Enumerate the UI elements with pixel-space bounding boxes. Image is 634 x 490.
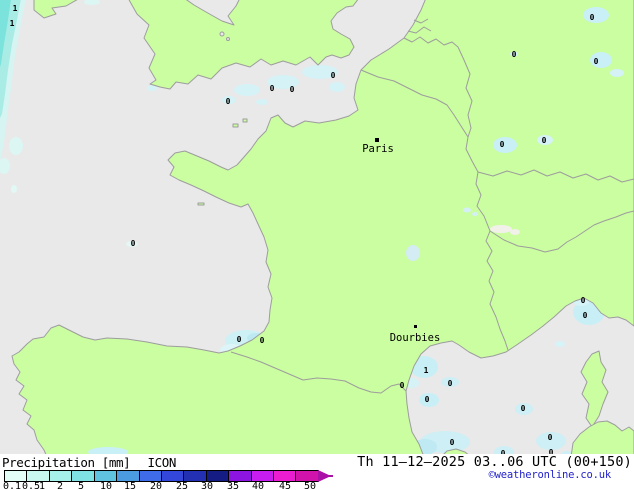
scale-label-1: 1 xyxy=(38,481,46,490)
scale-cell-10 xyxy=(117,471,140,481)
precip-value-marker: 0 xyxy=(270,84,275,93)
precip-value-marker: 0 xyxy=(226,97,231,106)
scale-label-2: 2 xyxy=(56,481,64,490)
island-scilly-2 xyxy=(226,37,230,41)
scale-cell-25 xyxy=(184,471,207,481)
scale-label-30: 30 xyxy=(200,481,214,490)
precip-value-marker: 0 xyxy=(500,140,505,149)
city-label-dourbies: Dourbies xyxy=(390,332,441,344)
island-channel-1 xyxy=(232,123,239,128)
precip-value-marker: 0 xyxy=(581,296,586,305)
scale-label-15: 15 xyxy=(123,481,137,490)
precip-value-marker: 0 xyxy=(548,433,553,442)
precip-value-marker: 0 xyxy=(448,379,453,388)
precip-value-marker: 0 xyxy=(583,311,588,320)
map-canvas[interactable]: 11000 000000 00 010000000000 Paris Dourbies xyxy=(0,0,634,456)
scale-cell-35 xyxy=(229,471,252,481)
precip-value-marker: 1 xyxy=(13,4,18,13)
precip-value-marker: 0 xyxy=(542,136,547,145)
weather-map-page: 1100000000000010000000000 Paris Dourbies… xyxy=(0,0,634,490)
scale-cell-45 xyxy=(274,471,297,481)
legend-model: ICON xyxy=(147,455,176,470)
scale-label-50: 50 xyxy=(303,481,317,490)
scale-cell-1 xyxy=(49,471,73,481)
precip-value-marker: 0 xyxy=(512,50,517,59)
scale-cell-40 xyxy=(251,471,275,481)
scale-label-25: 25 xyxy=(175,481,189,490)
scale-cell-0.5 xyxy=(27,471,50,481)
precip-value-marker: 0 xyxy=(425,395,430,404)
city-label-paris: Paris xyxy=(362,143,394,155)
legend-unit: [mm] xyxy=(101,455,131,470)
precip-value-marker: 0 xyxy=(290,85,295,94)
scale-cell-5 xyxy=(94,471,118,481)
scale-label-20: 20 xyxy=(149,481,163,490)
precip-value-marker: 0 xyxy=(594,57,599,66)
precip-value-marker: 0 xyxy=(131,239,136,248)
scale-label-0.5: 0.5 xyxy=(21,481,41,490)
island-belle-ile xyxy=(197,202,205,206)
scale-label-35: 35 xyxy=(226,481,240,490)
precip-value-marker: 0 xyxy=(237,335,242,344)
city-dot-paris xyxy=(375,138,379,142)
legend-title: Precipitation [mm] ICON xyxy=(2,455,176,470)
precip-value-marker: 1 xyxy=(10,19,15,28)
scale-cell-30 xyxy=(206,471,230,481)
forecast-datetime: Th 11–12–2025 03..06 UTC (00+150) xyxy=(357,454,632,470)
scale-label-10: 10 xyxy=(99,481,113,490)
precip-value-marker: 0 xyxy=(450,438,455,447)
precip-value-marker: 0 xyxy=(331,71,336,80)
copyright-link[interactable]: ©weatheronline.co.uk xyxy=(489,469,612,481)
scale-label-5: 5 xyxy=(77,481,85,490)
precip-value-marker: 0 xyxy=(590,13,595,22)
scale-labels: 0.1 0.5 1 2 5 10 15 20 25 30 35 40 45 50 xyxy=(0,481,345,490)
island-scilly xyxy=(219,31,225,37)
scale-cell-15 xyxy=(139,471,162,481)
precip-value-marker: 1 xyxy=(424,366,429,375)
legend-parameter: Precipitation xyxy=(2,455,95,470)
precip-value-marker: 0 xyxy=(260,336,265,345)
precip-value-marker: 0 xyxy=(521,404,526,413)
scale-label-0.1: 0.1 xyxy=(2,481,22,490)
island-channel-2 xyxy=(242,118,248,123)
city-dot-dourbies xyxy=(414,325,417,328)
scale-label-45: 45 xyxy=(278,481,292,490)
scale-label-40: 40 xyxy=(251,481,265,490)
precip-value-marker: 0 xyxy=(400,381,405,390)
scale-cell-0.1 xyxy=(5,471,28,481)
scale-cell-50 xyxy=(296,471,318,481)
legend-footer: Precipitation [mm] ICON 0.1 0.5 1 2 5 10 15 20 2… xyxy=(0,454,634,490)
scale-cell-2 xyxy=(72,471,95,481)
scale-cell-20 xyxy=(161,471,185,481)
